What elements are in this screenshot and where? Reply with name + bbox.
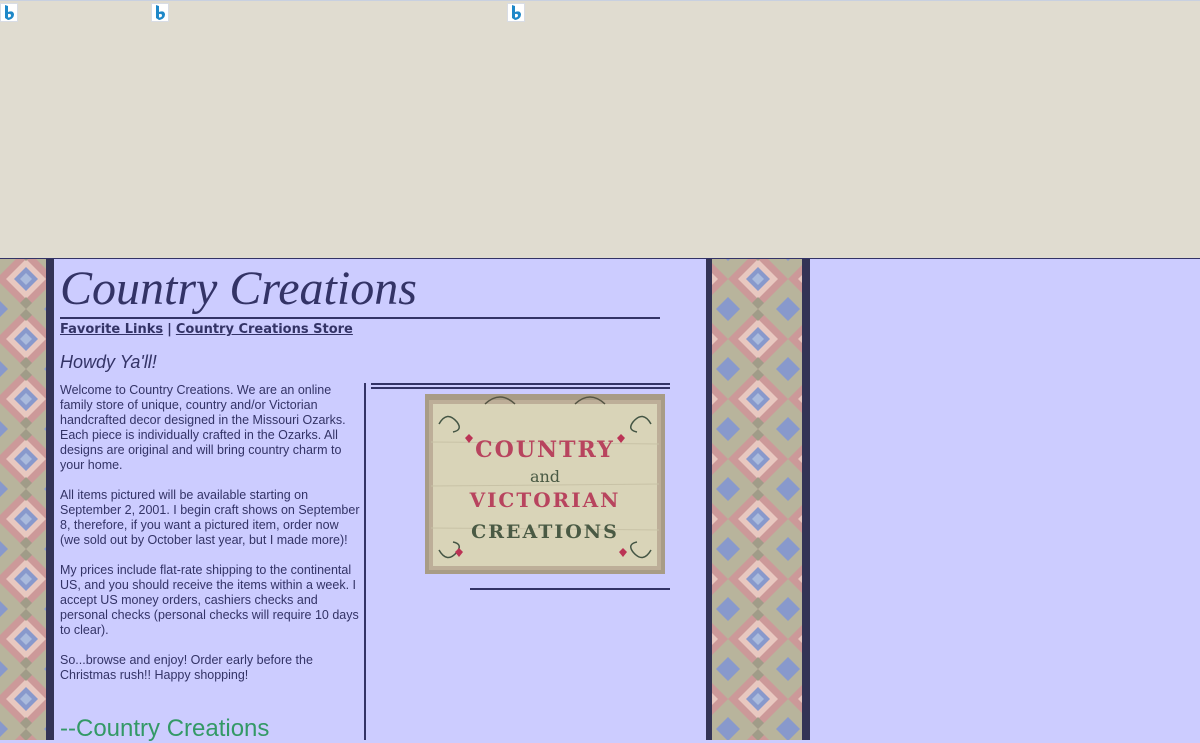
sign-text-line: CREATIONS <box>471 521 619 543</box>
double-rule-bottom <box>371 387 670 389</box>
double-rule-top <box>371 383 670 385</box>
bing-b-icon[interactable] <box>507 3 525 22</box>
image-bottom-rule <box>470 588 670 590</box>
signature: --Country Creations <box>60 715 270 742</box>
nav-links: Favorite Links | Country Creations Store <box>60 321 353 339</box>
bing-b-icon[interactable] <box>0 3 18 22</box>
intro-text: Welcome to Country Creations. We are an … <box>60 383 360 698</box>
right-quilt-border <box>706 259 810 740</box>
intro-paragraph: So...browse and enjoy! Order early befor… <box>60 653 313 682</box>
favorite-links-link[interactable]: Favorite Links <box>60 322 163 337</box>
intro-paragraph: All items pictured will be available sta… <box>60 488 360 547</box>
sign-text-line: and <box>530 467 560 486</box>
country-victorian-sign-image: COUNTRY and VICTORIAN CREATIONS <box>425 394 665 574</box>
sign-text-line: COUNTRY <box>475 437 615 463</box>
main-content: Country Creations Favorite Links | Country… <box>54 259 706 742</box>
country-creations-store-link[interactable]: Country Creations Store <box>176 322 353 337</box>
left-quilt-border <box>0 259 54 740</box>
greeting-heading: Howdy Ya'll! <box>60 352 157 372</box>
intro-paragraph: Welcome to Country Creations. We are an … <box>60 383 346 472</box>
intro-paragraph: My prices include flat-rate shipping to … <box>60 563 359 637</box>
nav-separator: | <box>167 322 172 337</box>
sign-text-line: VICTORIAN <box>469 488 621 512</box>
title-underline-rule <box>60 317 660 319</box>
column-divider <box>364 383 366 740</box>
site-title: Country Creations <box>60 262 417 315</box>
bing-b-icon[interactable] <box>151 3 169 22</box>
top-ad-band <box>0 0 1200 258</box>
